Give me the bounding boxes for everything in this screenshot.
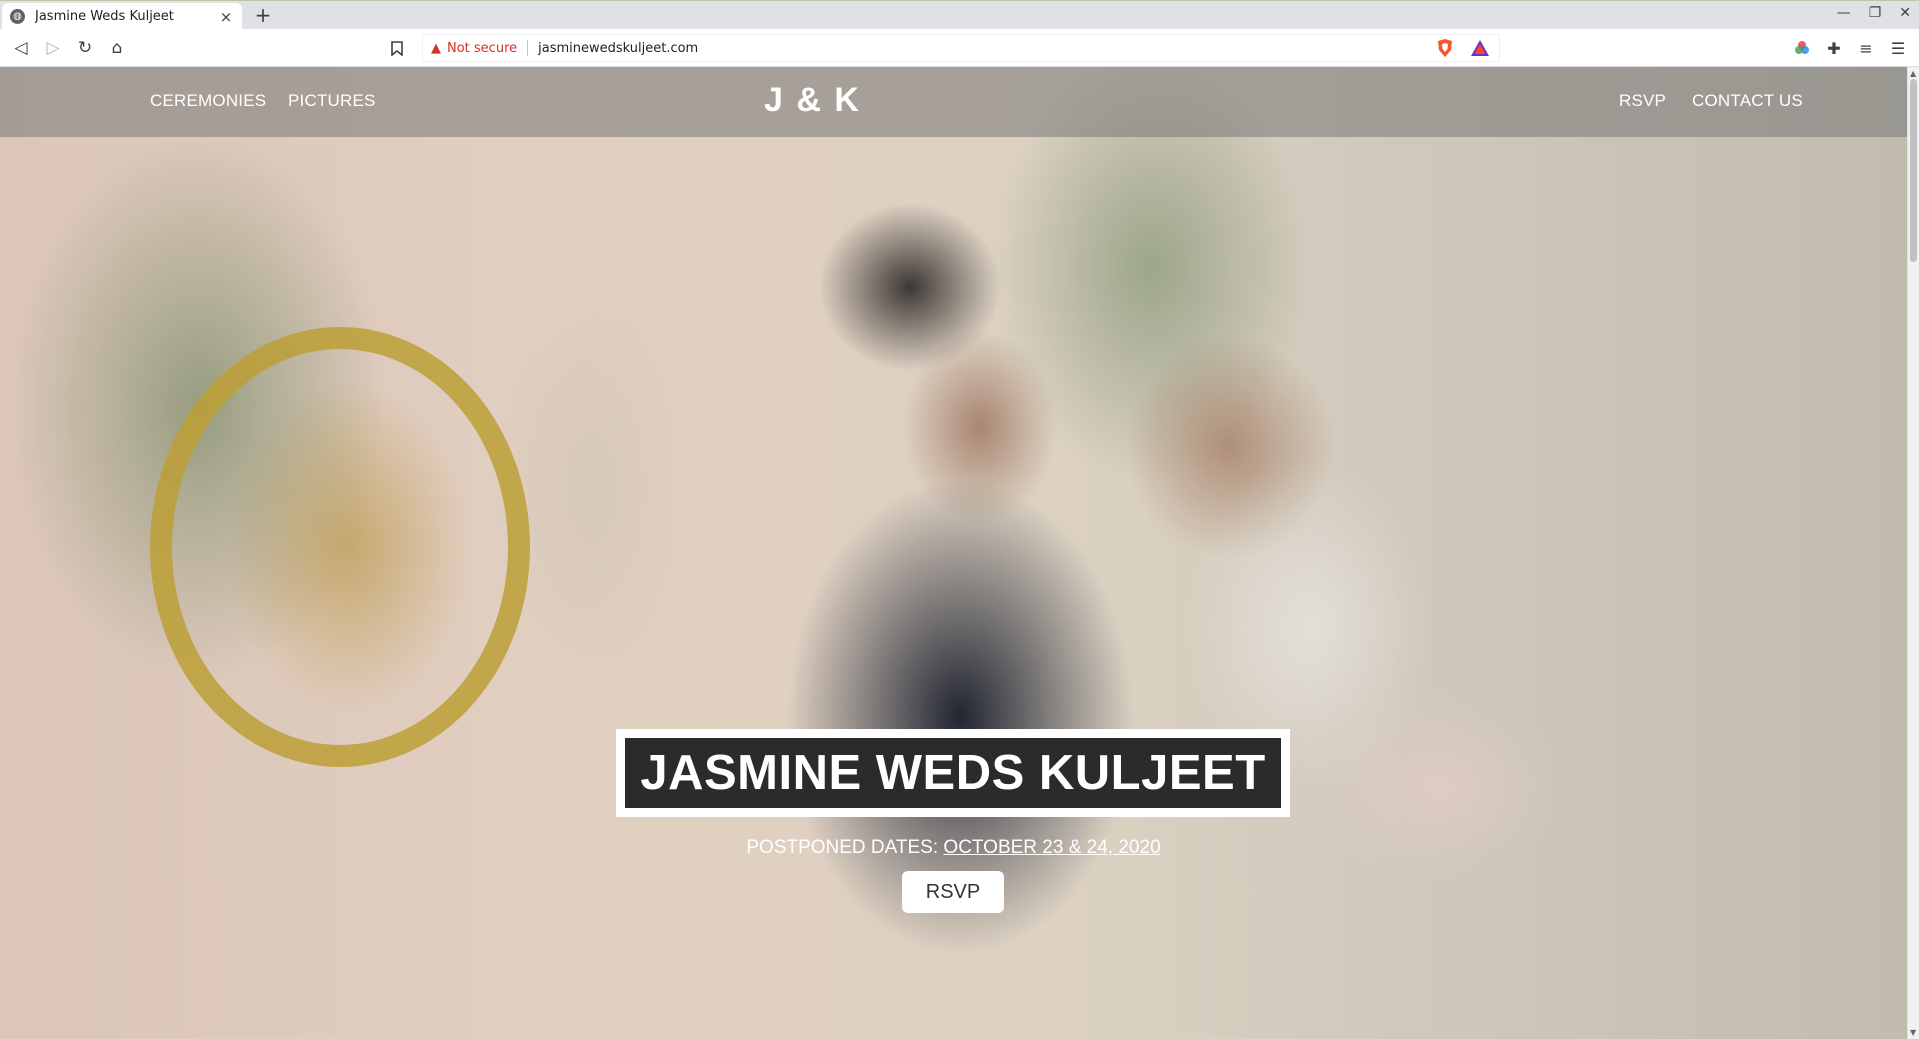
tab-strip: ◍ Jasmine Weds Kuljeet × + — ❐ ✕ xyxy=(0,0,1919,30)
color-wheel-icon[interactable] xyxy=(1793,37,1811,59)
site-brand[interactable]: J & K xyxy=(764,81,861,120)
tab-active[interactable]: ◍ Jasmine Weds Kuljeet × xyxy=(2,3,242,30)
tab-close-icon[interactable]: × xyxy=(218,8,234,26)
site-navbar: CEREMONIES PICTURES J & K RSVP CONTACT U… xyxy=(0,67,1907,137)
address-bar[interactable]: ▲ Not secure jasminewedskuljeet.com xyxy=(422,34,1500,62)
tab-title: Jasmine Weds Kuljeet xyxy=(35,9,174,24)
hero-headline-box: JASMINE WEDS KULJEET xyxy=(616,729,1290,817)
brave-rewards-icon[interactable] xyxy=(1470,38,1490,58)
menu-icon[interactable]: ☰ xyxy=(1889,37,1907,59)
nav-link-ceremonies[interactable]: CEREMONIES xyxy=(150,91,266,111)
close-icon[interactable]: ✕ xyxy=(1899,5,1911,21)
home-icon[interactable]: ⌂ xyxy=(106,37,128,59)
url-text[interactable]: jasminewedskuljeet.com xyxy=(538,41,698,56)
nav-link-rsvp[interactable]: RSVP xyxy=(1619,91,1666,111)
scroll-up-icon[interactable]: ▲ xyxy=(1910,69,1916,78)
minimize-icon[interactable]: — xyxy=(1837,5,1851,21)
page-viewport: CEREMONIES PICTURES J & K RSVP CONTACT U… xyxy=(0,67,1907,1039)
extensions-icon[interactable]: ✚ xyxy=(1825,37,1843,59)
security-status[interactable]: Not secure xyxy=(447,41,517,56)
bookmark-icon[interactable] xyxy=(386,37,408,59)
scroll-down-icon[interactable]: ▼ xyxy=(1910,1028,1916,1037)
back-icon[interactable]: ◁ xyxy=(10,37,32,59)
nav-link-contact-us[interactable]: CONTACT US xyxy=(1692,91,1803,111)
playlist-icon[interactable]: ≡ xyxy=(1857,37,1875,59)
dates-link[interactable]: OCTOBER 23 & 24, 2020 xyxy=(943,837,1160,858)
nav-link-pictures[interactable]: PICTURES xyxy=(288,91,376,111)
brave-shield-icon[interactable] xyxy=(1436,38,1454,58)
omnibox-divider xyxy=(527,40,529,56)
globe-icon: ◍ xyxy=(10,9,25,24)
toolbar-right-icons: ✚ ≡ ☰ xyxy=(1793,37,1907,59)
forward-icon[interactable]: ▷ xyxy=(42,37,64,59)
browser-toolbar: ◁ ▷ ↻ ⌂ ▲ Not secure jasminewedskuljeet.… xyxy=(0,29,1919,67)
page-scrollbar[interactable]: ▲ ▼ xyxy=(1907,67,1919,1039)
restore-icon[interactable]: ❐ xyxy=(1869,5,1882,21)
warning-icon[interactable]: ▲ xyxy=(431,41,441,56)
scrollbar-thumb[interactable] xyxy=(1910,79,1917,262)
dates-prefix: POSTPONED DATES: xyxy=(746,837,944,858)
reload-icon[interactable]: ↻ xyxy=(74,37,96,59)
new-tab-button[interactable]: + xyxy=(252,4,274,26)
hero-headline: JASMINE WEDS KULJEET xyxy=(640,746,1266,800)
hero-dates: POSTPONED DATES: OCTOBER 23 & 24, 2020 xyxy=(0,837,1907,859)
hero-rsvp-button[interactable]: RSVP xyxy=(902,871,1004,913)
window-controls: — ❐ ✕ xyxy=(1837,5,1911,21)
